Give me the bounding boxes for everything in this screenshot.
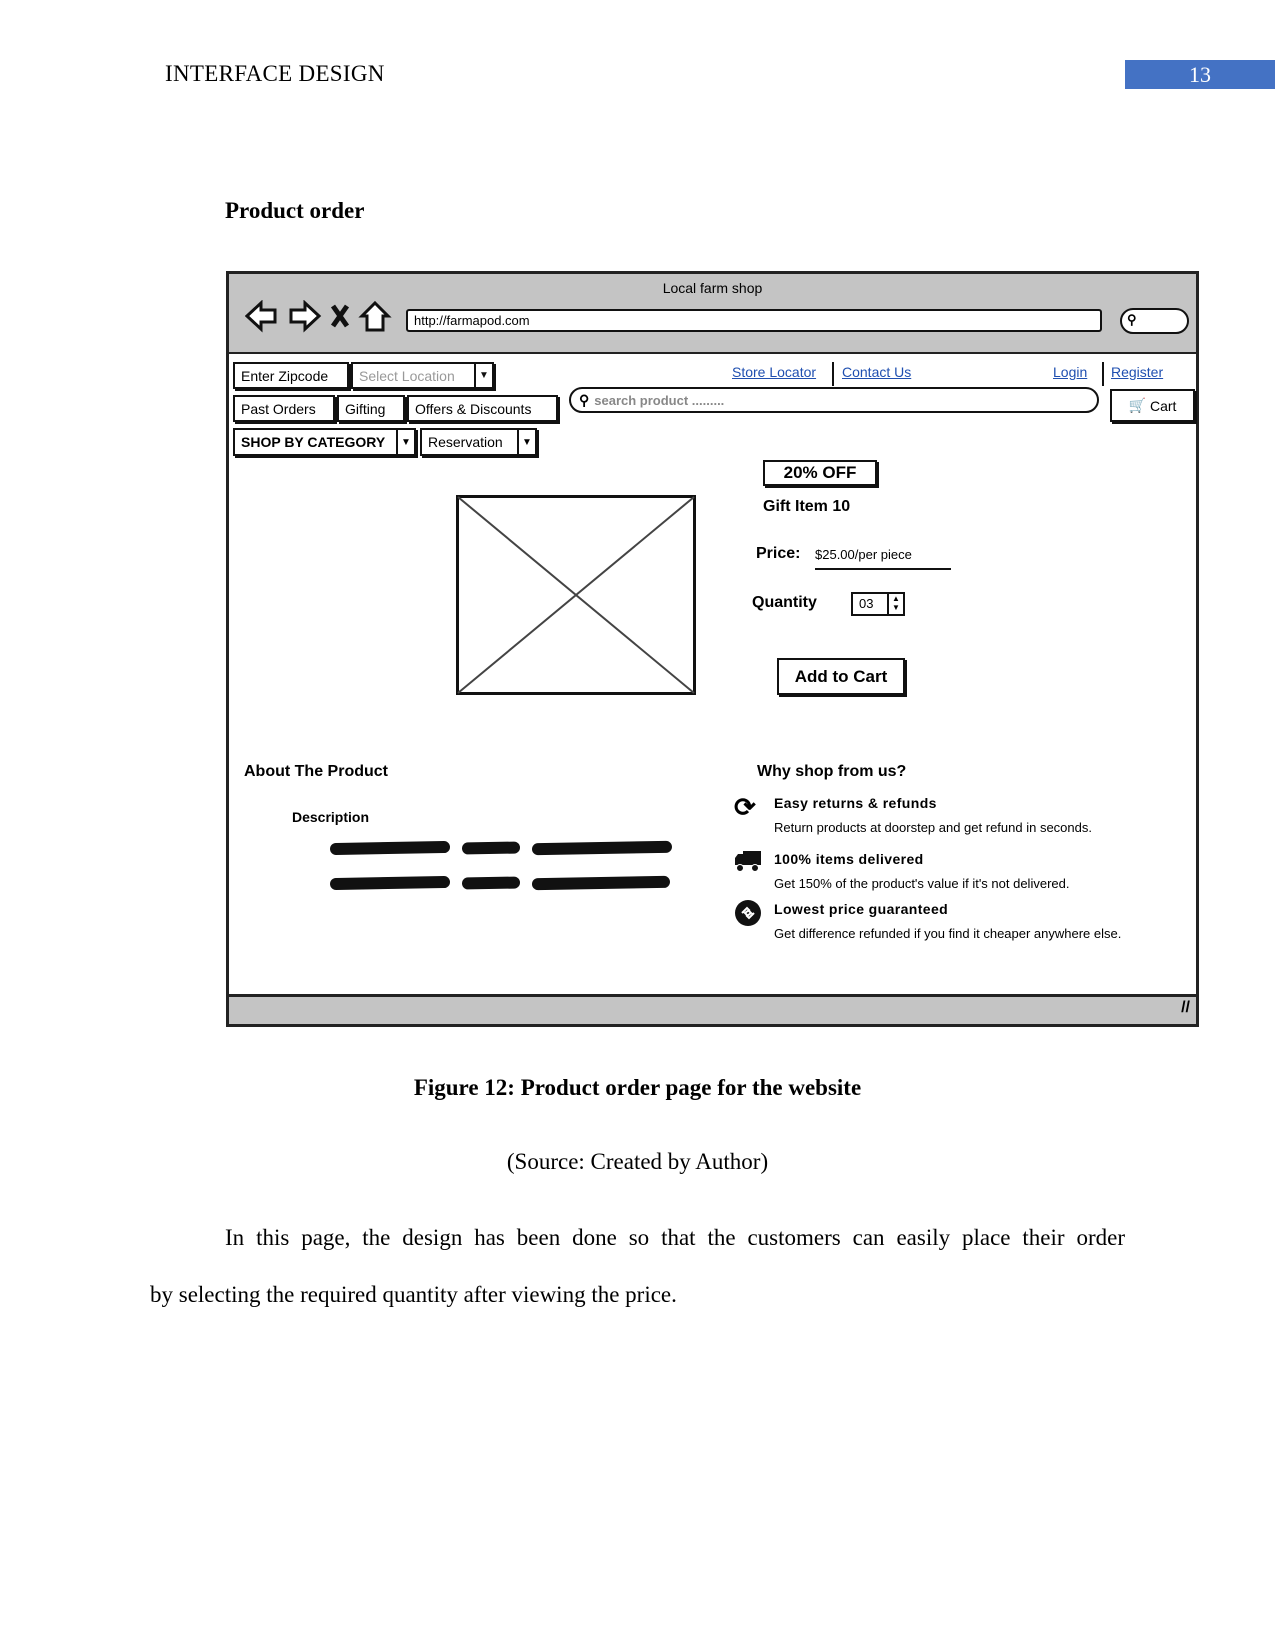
body-paragraph-line: In this page, the design has been done s… — [225, 1225, 1125, 1250]
search-placeholder: search product ......... — [594, 392, 725, 408]
figure-source: (Source: Created by Author) — [506, 1149, 769, 1174]
page-number: 13 — [1125, 60, 1275, 89]
feature-title: Lowest price guaranteed — [774, 901, 949, 917]
quantity-label: Quantity — [752, 594, 817, 611]
divider — [832, 362, 834, 386]
figure-caption: Figure 12: Product order page for the we… — [413, 1075, 862, 1100]
browser-statusbar: // — [229, 994, 1196, 1024]
cart-label: Cart — [1149, 397, 1177, 414]
cart-icon: 🛒 — [1128, 397, 1146, 413]
search-icon: ⚲ — [1127, 312, 1137, 327]
product-search-input[interactable]: ⚲ search product ......... — [569, 387, 1099, 413]
refresh-icon: ⟳ — [734, 792, 756, 822]
body-paragraph-line: by selecting the required quantity after… — [150, 1282, 677, 1307]
category-select-label: SHOP BY CATEGORY — [241, 434, 386, 450]
price-value: $25.00/per piece — [815, 547, 951, 570]
feature-title: 100% items delivered — [774, 851, 924, 867]
shop-by-category-select[interactable]: SHOP BY CATEGORY ▼ — [233, 428, 416, 456]
chevron-down-icon: ▼ — [396, 430, 414, 454]
wireframe-browser: Local farm shop http://farmapod.com ⚲ En… — [226, 271, 1199, 1027]
divider — [1102, 362, 1104, 386]
forward-arrow-icon[interactable] — [289, 300, 322, 333]
window-title: Local farm shop — [662, 280, 763, 296]
tab-gifting[interactable]: Gifting — [337, 395, 405, 422]
reservation-select-label: Reservation — [428, 434, 503, 450]
location-select[interactable]: Select Location ▼ — [351, 362, 494, 389]
back-arrow-icon[interactable] — [245, 300, 277, 333]
browser-nav-icons — [245, 300, 392, 333]
home-icon[interactable] — [358, 300, 392, 332]
reservation-select[interactable]: Reservation ▼ — [420, 428, 537, 456]
why-shop-title: Why shop from us? — [757, 763, 907, 780]
login-link[interactable]: Login — [1053, 364, 1087, 380]
browser-titlebar: Local farm shop http://farmapod.com ⚲ — [229, 274, 1196, 354]
discount-badge: 20% OFF — [763, 460, 877, 486]
feature-title: Easy returns & refunds — [774, 795, 937, 811]
location-select-label: Select Location — [359, 367, 455, 384]
browser-search-button[interactable]: ⚲ — [1120, 308, 1189, 334]
quantity-value: 03 — [859, 596, 874, 611]
price-label: Price: — [756, 545, 801, 562]
store-locator-link[interactable]: Store Locator — [732, 364, 816, 380]
product-name: Gift Item 10 — [763, 498, 851, 515]
about-title: About The Product — [244, 763, 388, 780]
tab-offers-discounts[interactable]: Offers & Discounts — [407, 395, 558, 422]
quantity-stepper[interactable]: 03 ▲ ▼ — [851, 592, 905, 616]
close-x-icon[interactable] — [330, 304, 350, 328]
feature-text: Return products at doorstep and get refu… — [774, 820, 1092, 835]
stepper-arrows-icon[interactable]: ▲ ▼ — [887, 594, 903, 614]
truck-icon — [735, 851, 761, 872]
register-link[interactable]: Register — [1111, 364, 1163, 380]
section-title: Product order — [225, 198, 365, 223]
running-head: INTERFACE DESIGN — [165, 61, 385, 86]
feature-text: Get 150% of the product's value if it's … — [774, 876, 1070, 891]
price-tag-icon — [735, 900, 761, 926]
url-bar[interactable]: http://farmapod.com — [406, 309, 1102, 332]
search-icon: ⚲ — [579, 391, 590, 408]
chevron-down-icon: ▼ — [474, 364, 492, 387]
chevron-down-icon: ▼ — [517, 430, 535, 454]
description-scribble-line — [329, 840, 673, 856]
add-to-cart-button[interactable]: Add to Cart — [777, 658, 905, 695]
cart-button[interactable]: 🛒 Cart — [1110, 389, 1195, 422]
contact-us-link[interactable]: Contact Us — [842, 364, 911, 380]
description-scribble-line — [329, 875, 673, 891]
tab-past-orders[interactable]: Past Orders — [233, 395, 335, 422]
description-label: Description — [292, 809, 370, 825]
product-image-placeholder — [456, 495, 696, 695]
zipcode-input[interactable]: Enter Zipcode — [233, 362, 349, 389]
feature-text: Get difference refunded if you find it c… — [774, 926, 1122, 941]
resize-grip-icon[interactable]: // — [1181, 999, 1190, 1017]
